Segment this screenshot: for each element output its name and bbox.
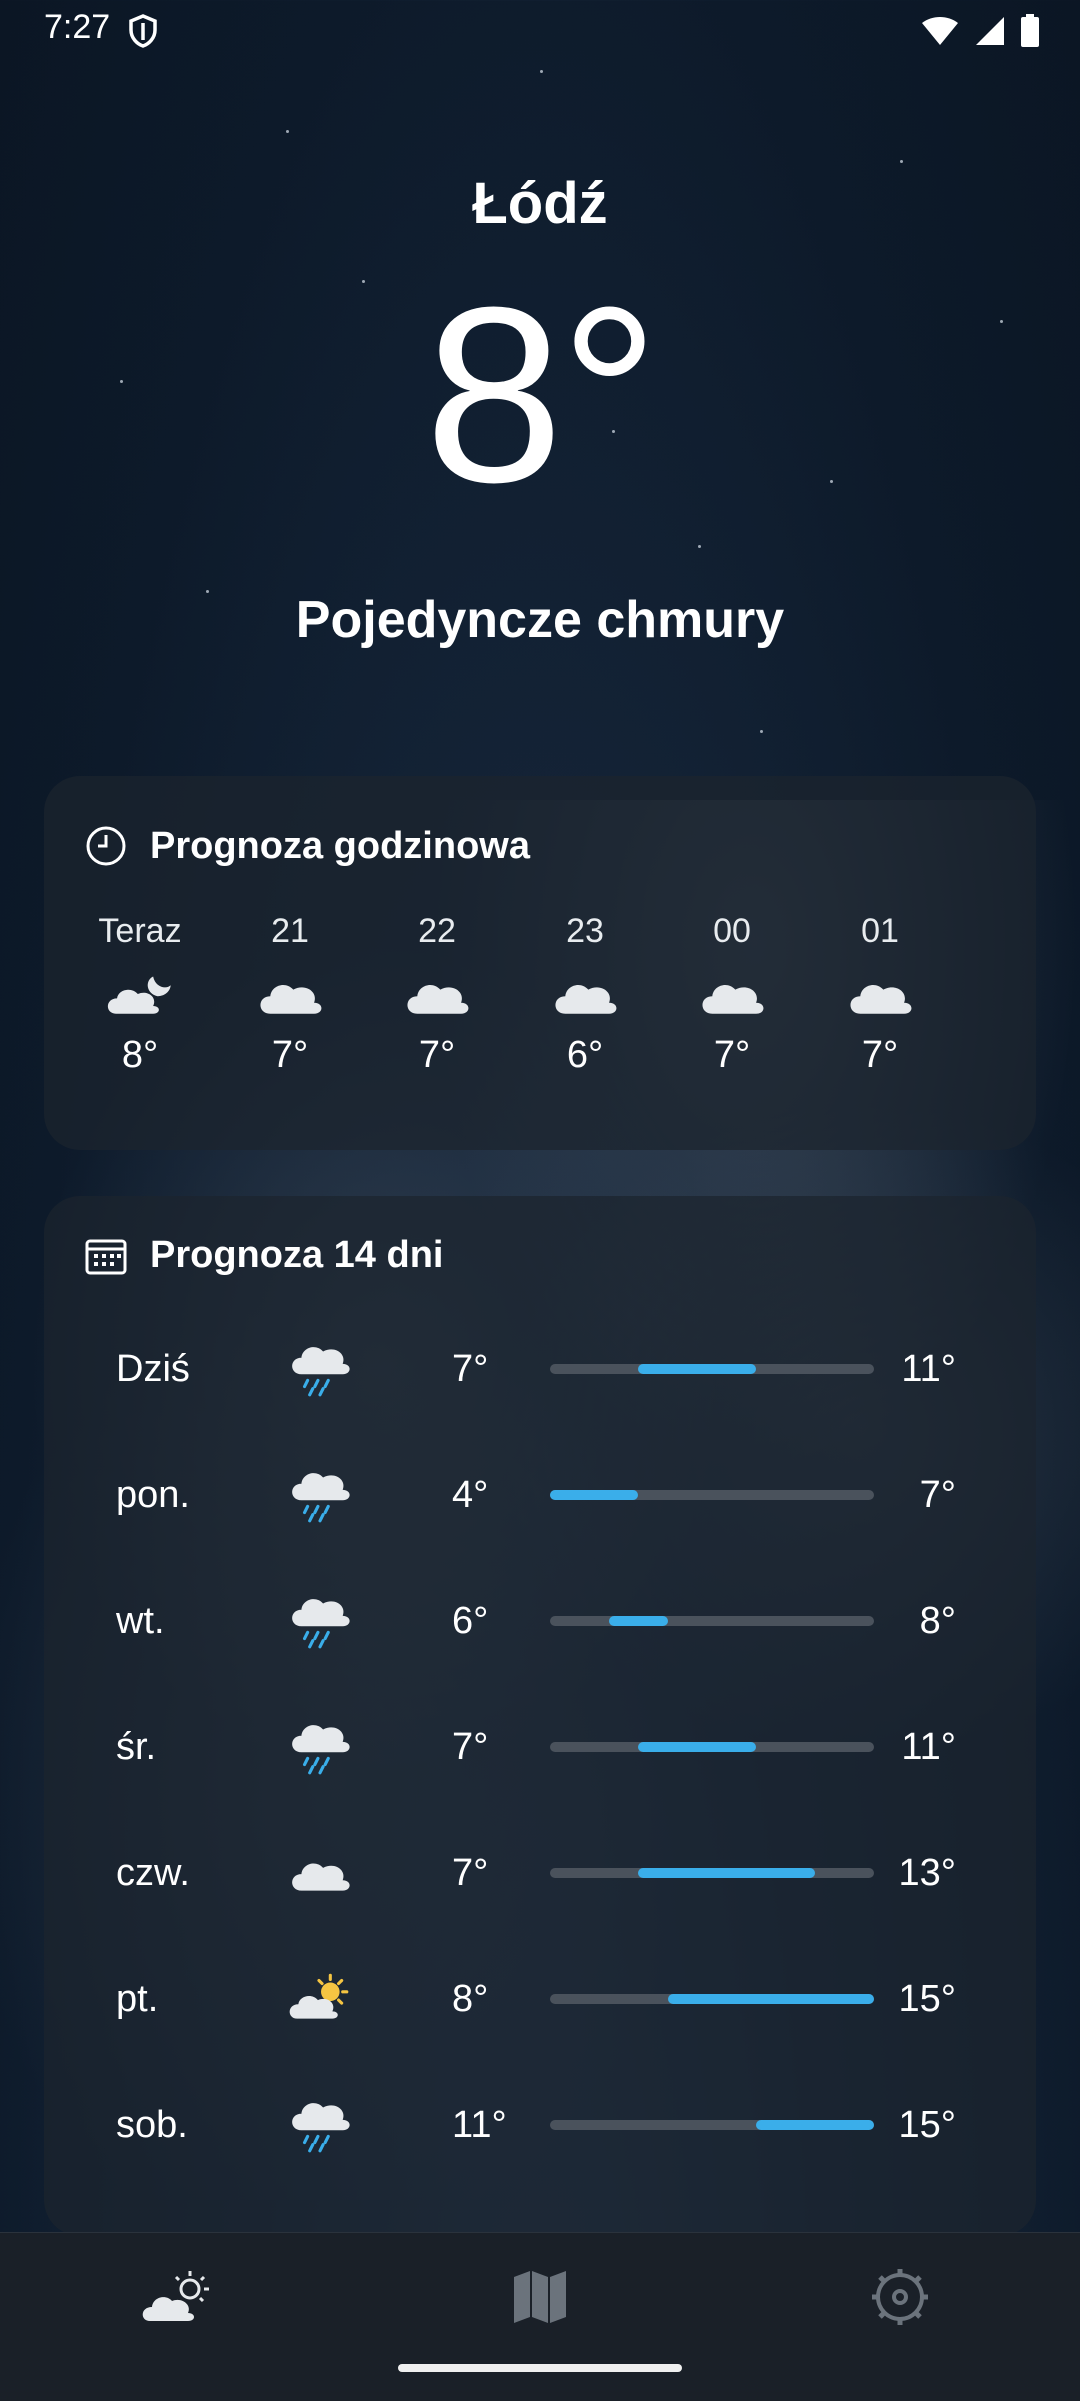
daily-row[interactable]: czw. 7° 13° [44, 1832, 1036, 1912]
hourly-time: 23 [566, 912, 604, 950]
temperature-range-fill [667, 1994, 874, 2004]
daily-max-temp: 11° [901, 1726, 956, 1768]
daily-min-temp: 7° [452, 1348, 489, 1390]
hourly-forecast-header: Prognoza godzinowa [84, 824, 530, 868]
wifi-icon [922, 17, 958, 45]
daily-day: czw. [116, 1852, 190, 1894]
hourly-temp: 7° [271, 1034, 309, 1076]
signal-icon [976, 17, 1004, 45]
hourly-time: Teraz [98, 912, 182, 950]
hourly-forecast-title: Prognoza godzinowa [150, 824, 530, 867]
cloud-icon [280, 1832, 360, 1912]
hourly-time: 21 [271, 912, 309, 950]
hourly-time: 01 [861, 912, 899, 950]
daily-day: pt. [116, 1978, 159, 2020]
daily-min-temp: 4° [452, 1474, 489, 1516]
city-name: Łódź [472, 171, 608, 236]
cloud-icon [672, 956, 792, 1032]
hourly-item: 00 7° [672, 912, 792, 1077]
hourly-temp: 7° [713, 1034, 751, 1076]
hourly-temp: 7° [418, 1034, 456, 1076]
bottom-navigation [0, 2232, 1080, 2401]
daily-min-temp: 11° [452, 2104, 507, 2146]
temperature-range-fill [756, 2120, 874, 2130]
daily-row[interactable]: sob. 11° 15° [44, 2084, 1036, 2164]
hourly-item: Teraz 8° [80, 912, 200, 1077]
temperature-range-fill [638, 1364, 757, 1374]
hourly-temp: 8° [121, 1034, 159, 1076]
daily-row[interactable]: śr. 7° 11° [44, 1706, 1036, 1786]
rain-cloud-icon [280, 1580, 360, 1660]
daily-day: Dziś [116, 1348, 190, 1390]
temperature-range-fill [638, 1868, 816, 1878]
hourly-item: 21 7° [230, 912, 350, 1077]
calendar-icon [85, 1239, 127, 1274]
daily-day: pon. [116, 1474, 190, 1516]
nav-map[interactable] [490, 2257, 590, 2337]
daily-min-temp: 6° [452, 1600, 489, 1642]
temperature-range-bar [550, 2120, 874, 2130]
daily-day: wt. [116, 1600, 165, 1642]
daily-day: śr. [116, 1726, 157, 1768]
daily-max-temp: 15° [898, 1978, 956, 2020]
temperature-range-fill [608, 1616, 668, 1626]
nav-settings[interactable] [850, 2257, 950, 2337]
rain-cloud-icon [280, 1328, 360, 1408]
hourly-time: 22 [418, 912, 456, 950]
hourly-item: 23 6° [525, 912, 645, 1077]
cloud-icon [377, 956, 497, 1032]
status-time: 7:27 [44, 8, 111, 46]
temperature-range-bar [550, 1490, 874, 1500]
daily-max-temp: 13° [898, 1852, 956, 1894]
status-bar: 7:27 [0, 0, 1080, 64]
cloud-icon [525, 956, 645, 1032]
home-indicator[interactable] [398, 2364, 682, 2372]
current-condition: Pojedyncze chmury [295, 591, 785, 649]
rain-cloud-icon [280, 2084, 360, 2164]
daily-max-temp: 15° [898, 2104, 956, 2146]
hourly-item: 22 7° [377, 912, 497, 1077]
daily-forecast-card[interactable]: Prognoza 14 dni Dziś 7° 11° pon. 4° 7° wt. 6° 8°… [44, 1196, 1036, 2236]
temperature-range-bar [550, 1994, 874, 2004]
daily-min-temp: 7° [452, 1852, 489, 1894]
daily-min-temp: 8° [452, 1978, 489, 2020]
daily-day: sob. [116, 2104, 188, 2146]
nav-weather[interactable] [130, 2257, 230, 2337]
daily-forecast-header: Prognoza 14 dni [84, 1234, 443, 1277]
clock-icon [86, 826, 126, 866]
daily-row[interactable]: wt. 6° 8° [44, 1580, 1036, 1660]
rain-cloud-icon [280, 1454, 360, 1534]
weather-nav-icon [142, 2271, 209, 2321]
temperature-range-bar [550, 1868, 874, 1878]
hourly-item: 01 7° [820, 912, 940, 1077]
daily-forecast-title: Prognoza 14 dni [150, 1234, 444, 1276]
daily-row[interactable]: pon. 4° 7° [44, 1454, 1036, 1534]
shield-icon [129, 14, 157, 48]
daily-max-temp: 8° [919, 1600, 956, 1642]
hourly-time: 00 [713, 912, 751, 950]
temperature-range-bar [550, 1616, 874, 1626]
cloud-icon [820, 956, 940, 1032]
battery-icon [1021, 14, 1039, 47]
settings-nav-icon [872, 2269, 928, 2325]
hourly-temp: 7° [861, 1034, 899, 1076]
temperature-range-bar [550, 1364, 874, 1374]
night-partly-cloudy-icon [80, 956, 200, 1032]
daily-max-temp: 11° [901, 1348, 956, 1390]
daily-row[interactable]: Dziś 7° 11° [44, 1328, 1036, 1408]
partly-sunny-icon [280, 1958, 360, 2038]
rain-cloud-icon [280, 1706, 360, 1786]
current-temperature: 8° [424, 255, 659, 534]
temperature-range-fill [638, 1742, 757, 1752]
hourly-temp: 6° [566, 1034, 604, 1076]
daily-max-temp: 7° [919, 1474, 956, 1516]
temperature-range-bar [550, 1742, 874, 1752]
hourly-forecast-card[interactable]: Prognoza godzinowa Teraz 8° 21 7° 22 7° 23 6° 00… [44, 776, 1036, 1150]
daily-min-temp: 7° [452, 1726, 489, 1768]
daily-row[interactable]: pt. 8° 15° [44, 1958, 1036, 2038]
map-nav-icon [514, 2271, 566, 2323]
cloud-icon [230, 956, 350, 1032]
temperature-range-fill [550, 1490, 639, 1500]
